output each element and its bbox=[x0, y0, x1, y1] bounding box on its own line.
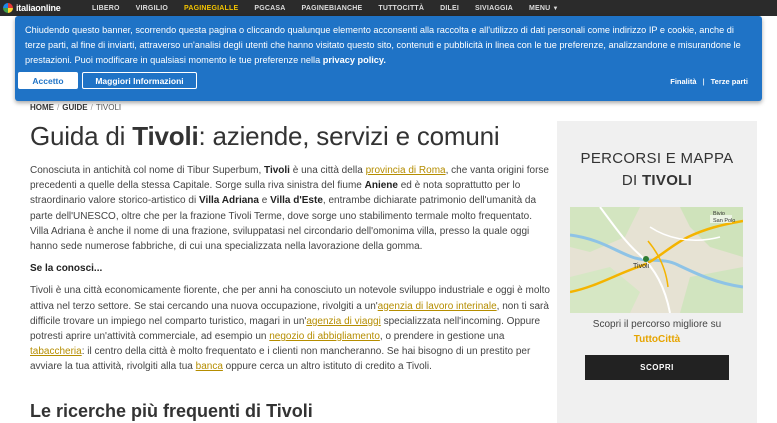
scopri-button[interactable]: SCOPRI bbox=[585, 355, 729, 380]
page-title: Guida di Tivoli: aziende, servizi e comu… bbox=[30, 121, 500, 152]
title-suffix: : aziende, servizi e comuni bbox=[198, 121, 500, 151]
sidebar-title-prefix: DI bbox=[621, 172, 642, 189]
title-prefix: Guida di bbox=[30, 121, 133, 151]
article-body: Conosciuta in antichità col nome di Tibu… bbox=[30, 163, 550, 382]
link-agenzia-di-viaggi[interactable]: agenzia di viaggi bbox=[306, 316, 381, 327]
route-map[interactable]: Tivoli Bivio San Polo bbox=[570, 207, 743, 313]
menu-label: MENU bbox=[529, 4, 551, 12]
breadcrumb-separator: / bbox=[57, 103, 60, 112]
map-label-tivoli: Tivoli bbox=[633, 263, 650, 270]
section-city: Tivoli bbox=[266, 401, 313, 421]
nav-item-siviaggia[interactable]: SIVIAGGIA bbox=[467, 5, 521, 12]
chevron-down-icon: ▼ bbox=[552, 5, 559, 12]
nav-item-paginebianche[interactable]: PAGINEBIANCHE bbox=[294, 5, 371, 12]
nav-item-dilei[interactable]: DILEI bbox=[432, 5, 467, 12]
map-label-bivio: Bivio bbox=[713, 211, 725, 217]
portal-nav: LIBERO VIRGILIO PAGINEGIALLE PGCASA PAGI… bbox=[84, 0, 567, 16]
tuttocitta-brand[interactable]: TuttoCittà bbox=[557, 332, 757, 347]
nav-item-tuttocitta[interactable]: TUTTOCITTÀ bbox=[370, 5, 432, 12]
nav-item-menu[interactable]: MENU ▼ bbox=[521, 5, 567, 12]
link-divider: | bbox=[702, 77, 705, 86]
text: Conosciuta in antichità col nome di Tibu… bbox=[30, 165, 265, 176]
sidebar-title: PERCORSI E MAPPA DI TIVOLI bbox=[557, 148, 757, 192]
sidebar-title-line2: DI TIVOLI bbox=[557, 170, 757, 192]
text: oppure cerca un altro istituto di credit… bbox=[222, 361, 432, 373]
title-city: Tivoli bbox=[132, 121, 199, 151]
nav-item-pgcasa[interactable]: PGCASA bbox=[246, 5, 293, 12]
privacy-policy-link[interactable]: privacy policy. bbox=[323, 55, 386, 65]
link-banca[interactable]: banca bbox=[196, 361, 223, 372]
breadcrumb-current: TIVOLI bbox=[95, 103, 122, 112]
link-agenzia-lavoro-interinale[interactable]: agenzia di lavoro interinale bbox=[378, 301, 497, 312]
accept-button[interactable]: Accetto bbox=[18, 72, 78, 89]
bold-text: Tivoli bbox=[264, 165, 290, 176]
cookie-links: Finalità | Terze parti bbox=[670, 77, 748, 86]
sidebar-title-city: TIVOLI bbox=[641, 172, 693, 189]
text: e bbox=[258, 195, 271, 207]
link-provincia-di-roma[interactable]: provincia di Roma bbox=[366, 165, 446, 176]
article-paragraph-1: Conosciuta in antichità col nome di Tibu… bbox=[30, 163, 550, 254]
sidebar-title-line1: PERCORSI E MAPPA bbox=[580, 150, 734, 167]
nav-item-virgilio[interactable]: VIRGILIO bbox=[128, 5, 176, 12]
top-nav-bar: italiaonline LIBERO VIRGILIO PAGINEGIALL… bbox=[0, 0, 777, 16]
section-prefix: Le ricerche più frequenti di bbox=[30, 401, 267, 421]
logo-icon bbox=[3, 3, 13, 13]
terze-parti-link[interactable]: Terze parti bbox=[711, 77, 748, 86]
breadcrumb-guide[interactable]: GUIDE bbox=[62, 103, 87, 112]
italiaonline-logo[interactable]: italiaonline bbox=[0, 0, 84, 16]
text: , o prendere in gestione una bbox=[379, 331, 505, 343]
nav-item-paginegialle[interactable]: PAGINEGIALLE bbox=[176, 5, 246, 12]
map-label-sanpolo: San Polo bbox=[713, 218, 736, 224]
article-paragraph-2: Tivoli è una città economicamente fioren… bbox=[30, 283, 550, 374]
bold-text: Villa d'Este bbox=[270, 195, 323, 207]
link-tabaccheria[interactable]: tabaccheria bbox=[30, 346, 82, 357]
link-negozio-abbigliamento[interactable]: negozio di abbigliamento bbox=[269, 331, 380, 342]
sidebar-caption: Scopri il percorso migliore su TuttoCitt… bbox=[557, 317, 757, 347]
breadcrumb-home[interactable]: HOME bbox=[30, 103, 54, 112]
finalita-link[interactable]: Finalità bbox=[670, 77, 696, 86]
logo-text: italiaonline bbox=[16, 3, 61, 13]
bold-text: Villa Adriana bbox=[198, 195, 259, 207]
text: è una città della bbox=[289, 165, 366, 176]
more-info-button[interactable]: Maggiori Informazioni bbox=[82, 72, 197, 89]
breadcrumb-separator: / bbox=[90, 103, 93, 112]
sidebar-map-box: PERCORSI E MAPPA DI TIVOLI Tivoli Bivio … bbox=[557, 121, 757, 423]
article-subhead: Se la conosci... bbox=[30, 263, 103, 275]
caption-text: Scopri il percorso migliore su bbox=[592, 319, 722, 330]
section-title: Le ricerche più frequenti di Tivoli bbox=[30, 401, 313, 422]
bold-text: Aniene bbox=[364, 180, 398, 192]
nav-item-libero[interactable]: LIBERO bbox=[84, 5, 128, 12]
breadcrumb: HOME / GUIDE / TIVOLI bbox=[30, 103, 121, 112]
cookie-text: Chiudendo questo banner, scorrendo quest… bbox=[25, 23, 755, 68]
